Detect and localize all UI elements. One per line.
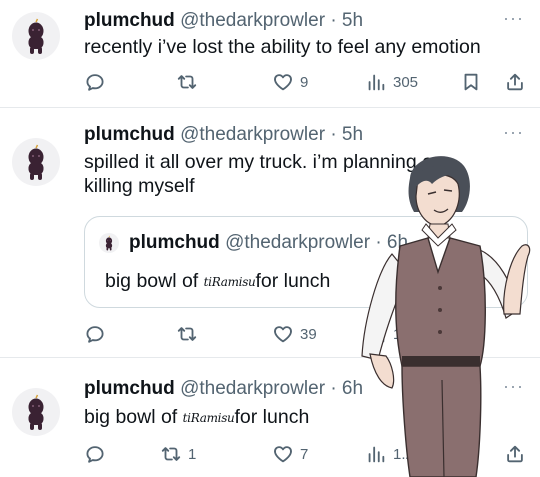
quoted-tweet-text: big bowl of tiRamisufor lunch bbox=[105, 269, 330, 294]
heart-icon bbox=[272, 71, 294, 93]
timestamp[interactable]: · 5h bbox=[330, 10, 363, 31]
avatar[interactable] bbox=[12, 138, 60, 186]
user-handle[interactable]: @thedarkprowler bbox=[180, 378, 325, 399]
user-handle[interactable]: @thedarkprowler bbox=[180, 124, 325, 145]
retweet-icon bbox=[160, 443, 182, 465]
more-options-icon[interactable]: ··· bbox=[503, 122, 524, 143]
heart-icon bbox=[272, 443, 294, 465]
retweet-button[interactable]: 1 bbox=[160, 442, 196, 466]
reply-icon bbox=[84, 443, 106, 465]
text-part: for lunch bbox=[255, 270, 331, 292]
like-count: 9 bbox=[300, 73, 309, 91]
avatar[interactable] bbox=[99, 233, 119, 253]
views-button[interactable]: 305 bbox=[365, 70, 418, 94]
user-handle[interactable]: @thedarkprowler bbox=[180, 10, 325, 31]
tweet-header: plumchud @thedarkprowler · 5h bbox=[84, 9, 363, 33]
text-part: for lunch bbox=[234, 406, 310, 428]
reply-button[interactable] bbox=[84, 322, 112, 346]
tiramisu-handwritten-word: tiRamisu bbox=[203, 275, 256, 289]
heart-icon bbox=[272, 323, 294, 345]
like-count: 39 bbox=[300, 325, 317, 343]
tweet-header: plumchud @thedarkprowler · 6h bbox=[84, 377, 363, 401]
character-illustration bbox=[361, 156, 531, 477]
share-icon bbox=[504, 71, 526, 93]
tweet[interactable]: plumchud @thedarkprowler · 5h ··· recent… bbox=[0, 0, 540, 108]
more-options-icon[interactable]: ··· bbox=[503, 8, 524, 29]
like-count: 7 bbox=[300, 445, 309, 463]
text-part: big bowl of bbox=[105, 270, 204, 292]
tiramisu-handwritten-word: tiRamisu bbox=[182, 411, 235, 425]
like-button[interactable]: 9 bbox=[272, 70, 308, 94]
reply-button[interactable] bbox=[84, 70, 112, 94]
timestamp[interactable]: · 5h bbox=[330, 124, 363, 145]
avatar[interactable] bbox=[12, 388, 60, 436]
like-button[interactable]: 39 bbox=[272, 322, 317, 346]
display-name[interactable]: plumchud bbox=[84, 124, 175, 145]
retweet-button[interactable] bbox=[176, 70, 204, 94]
avatar[interactable] bbox=[12, 12, 60, 60]
bookmark-button[interactable] bbox=[460, 70, 482, 94]
display-name[interactable]: plumchud bbox=[84, 10, 175, 31]
views-count: 305 bbox=[393, 73, 419, 91]
retweet-count: 1 bbox=[188, 445, 197, 463]
user-handle: @thedarkprowler bbox=[225, 232, 371, 253]
tweet-text: recently i’ve lost the ability to feel a… bbox=[84, 36, 481, 58]
retweet-icon bbox=[176, 71, 198, 93]
views-icon bbox=[365, 71, 387, 93]
display-name: plumchud bbox=[129, 232, 220, 253]
retweet-icon bbox=[176, 323, 198, 345]
text-part: big bowl of bbox=[84, 406, 183, 428]
reply-icon bbox=[84, 323, 106, 345]
bookmark-icon bbox=[460, 71, 482, 93]
tweet-actions: 9 305 bbox=[84, 70, 530, 94]
tweet-header: plumchud @thedarkprowler · 5h bbox=[84, 123, 363, 147]
share-button[interactable] bbox=[504, 70, 526, 94]
reply-icon bbox=[84, 71, 106, 93]
retweet-button[interactable] bbox=[176, 322, 204, 346]
like-button[interactable]: 7 bbox=[272, 442, 308, 466]
display-name[interactable]: plumchud bbox=[84, 378, 175, 399]
reply-button[interactable] bbox=[84, 442, 112, 466]
